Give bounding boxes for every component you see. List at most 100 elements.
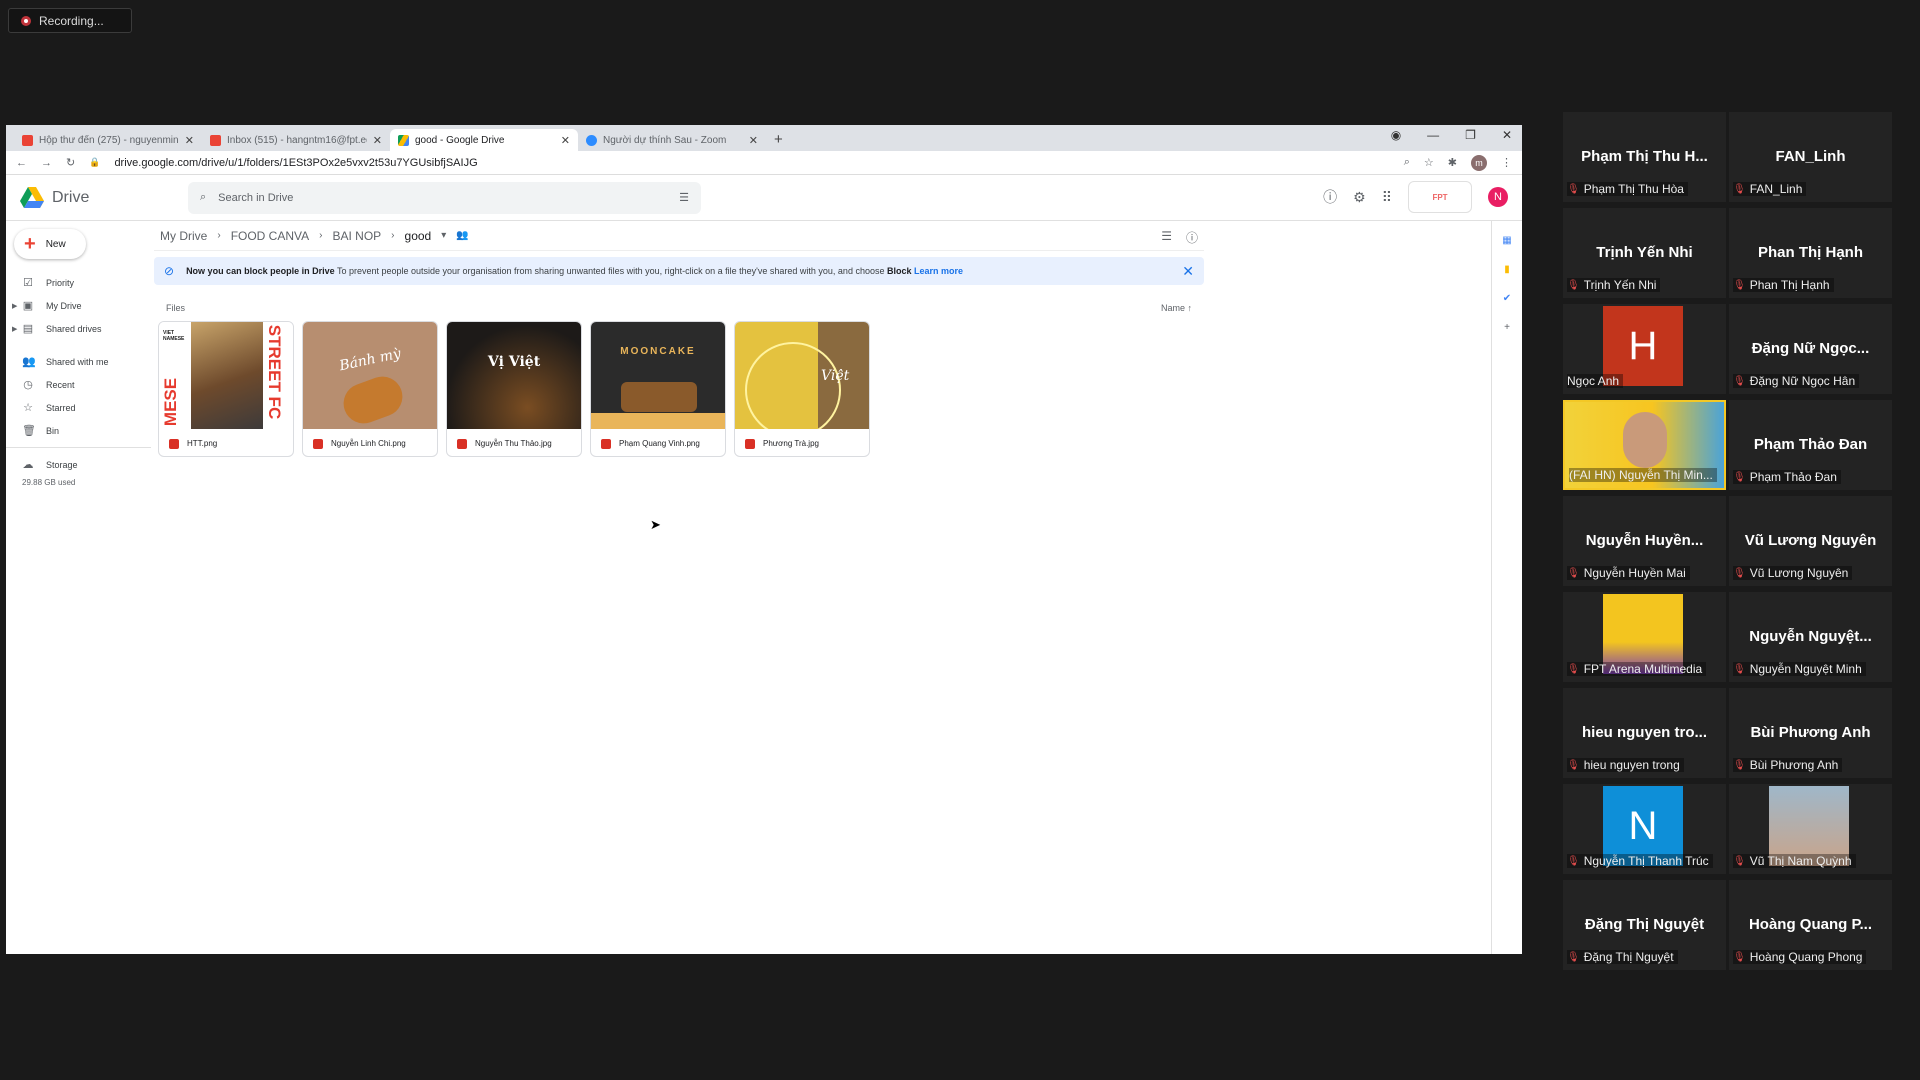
participant-display-name: Nguyễn Nguyệt... bbox=[1749, 628, 1872, 645]
profile-circle-icon[interactable]: ◉ bbox=[1391, 128, 1401, 142]
participant-tile[interactable]: Phạm Thảo Đan 🎙 Phạm Thảo Đan bbox=[1729, 400, 1892, 490]
participant-name: FPT Arena Multimedia bbox=[1583, 662, 1703, 676]
participant-tile[interactable]: H Ngọc Anh bbox=[1563, 304, 1726, 394]
file-card[interactable]: Bánh mỳ Nguyễn Linh Chi.png bbox=[302, 321, 438, 457]
expand-arrow-icon[interactable]: ▶ bbox=[12, 302, 17, 310]
list-view-icon[interactable]: ☰ bbox=[1161, 229, 1172, 246]
nav-recent[interactable]: ◷ Recent bbox=[6, 373, 151, 396]
nav-shared-with-me[interactable]: 👥 Shared with me bbox=[6, 350, 151, 373]
participant-tile[interactable]: Đặng Nữ Ngọc... 🎙 Đặng Nữ Ngọc Hân bbox=[1729, 304, 1892, 394]
search-placeholder: Search in Drive bbox=[218, 191, 294, 204]
participant-tile[interactable]: 🎙 Vũ Thị Nam Quỳnh bbox=[1729, 784, 1892, 874]
crumb-bai-nop[interactable]: BAI NOP bbox=[332, 229, 381, 243]
search-input[interactable]: ⌕ Search in Drive ☰ bbox=[188, 181, 701, 214]
participant-name: hieu nguyen trong bbox=[1583, 758, 1680, 772]
file-card[interactable]: Việt Phương Trà.jpg bbox=[734, 321, 870, 457]
profile-avatar[interactable]: m bbox=[1471, 154, 1487, 171]
mic-muted-icon: 🎙 bbox=[1733, 663, 1746, 675]
participant-tile[interactable]: Bùi Phương Anh 🎙 Bùi Phương Anh bbox=[1729, 688, 1892, 778]
thumb-text: VIET NAMESE bbox=[163, 330, 185, 342]
participant-display-name: Hoàng Quang P... bbox=[1748, 916, 1873, 933]
nav-label: Starred bbox=[46, 402, 76, 413]
apps-grid-icon[interactable]: ⠿ bbox=[1382, 189, 1392, 206]
menu-icon[interactable]: ⋮ bbox=[1501, 156, 1512, 169]
file-card[interactable]: VIET NAMESE STREET FC MESE HTT.png bbox=[158, 321, 294, 457]
tab-zoom[interactable]: Người dự thính Sau - Zoom ✕ bbox=[578, 129, 766, 151]
address-bar: ← → ↻ 🔒 drive.google.com/drive/u/1/folde… bbox=[6, 151, 1522, 175]
calendar-icon[interactable]: ▦ bbox=[1502, 235, 1511, 246]
sort-button[interactable]: Name ↑ bbox=[1161, 303, 1192, 313]
participant-name: Trịnh Yến Nhi bbox=[1583, 278, 1657, 292]
nav-shared-drives[interactable]: ▶ ▤ Shared drives bbox=[6, 317, 151, 340]
close-icon[interactable]: ✕ bbox=[1182, 263, 1194, 280]
learn-more-link[interactable]: Learn more bbox=[914, 266, 963, 276]
lock-icon: 🔒 bbox=[89, 157, 101, 167]
extensions-icon[interactable]: ✱ bbox=[1448, 156, 1457, 169]
shared-folder-icon[interactable]: 👥 bbox=[456, 230, 468, 241]
participant-tile-active-speaker[interactable]: (FAI HN) Nguyễn Thị Min... bbox=[1563, 400, 1726, 490]
tab-drive[interactable]: good - Google Drive ✕ bbox=[390, 129, 578, 151]
back-icon[interactable]: ← bbox=[16, 157, 27, 169]
thumb-text: STREET FC bbox=[264, 324, 284, 420]
zoom-icon bbox=[586, 134, 597, 146]
tasks-icon[interactable]: ✔ bbox=[1503, 293, 1511, 304]
participant-tile[interactable]: Phạm Thị Thu H... 🎙 Phạm Thị Thu Hòa bbox=[1563, 112, 1726, 202]
close-window-button[interactable]: ✕ bbox=[1502, 128, 1512, 142]
participant-tile[interactable]: Vũ Lương Nguyên 🎙 Vũ Lương Nguyên bbox=[1729, 496, 1892, 586]
new-tab-button[interactable]: + bbox=[766, 129, 791, 151]
nav-starred[interactable]: ☆ Starred bbox=[6, 396, 151, 419]
nav-priority[interactable]: ☑ Priority bbox=[6, 271, 151, 294]
expand-arrow-icon[interactable]: ▶ bbox=[12, 325, 17, 333]
participant-tile[interactable]: FAN_Linh 🎙 FAN_Linh bbox=[1729, 112, 1892, 202]
nav-label: Shared drives bbox=[46, 323, 102, 334]
block-people-banner: ⊘ Now you can block people in Drive To p… bbox=[154, 257, 1204, 285]
bookmark-star-icon[interactable]: ☆ bbox=[1424, 156, 1434, 169]
mic-muted-icon: 🎙 bbox=[1733, 567, 1746, 579]
star-icon: ☆ bbox=[23, 402, 33, 414]
organization-logo[interactable]: FPT bbox=[1408, 181, 1472, 213]
crumb-my-drive[interactable]: My Drive bbox=[160, 229, 207, 243]
add-addon-icon[interactable]: + bbox=[1504, 322, 1510, 333]
minimize-button[interactable]: — bbox=[1427, 128, 1439, 142]
keep-icon[interactable]: ▮ bbox=[1504, 264, 1510, 275]
nav-my-drive[interactable]: ▶ ▣ My Drive bbox=[6, 294, 151, 317]
tab-gmail-2[interactable]: Inbox (515) - hangntm16@fpt.edu ✕ bbox=[202, 129, 390, 151]
close-icon[interactable]: ✕ bbox=[185, 134, 194, 147]
close-icon[interactable]: ✕ bbox=[749, 134, 758, 147]
file-card[interactable]: MOONCAKE Phạm Quang Vinh.png bbox=[590, 321, 726, 457]
participant-tile[interactable]: Phan Thị Hạnh 🎙 Phan Thị Hạnh bbox=[1729, 208, 1892, 298]
new-label: New bbox=[45, 238, 66, 250]
image-file-icon bbox=[313, 438, 323, 449]
participant-tile[interactable]: Trịnh Yến Nhi 🎙 Trịnh Yến Nhi bbox=[1563, 208, 1726, 298]
info-icon[interactable]: ⓘ bbox=[1186, 229, 1198, 246]
forward-icon[interactable]: → bbox=[41, 157, 52, 169]
zoom-lens-icon[interactable]: ⌕ bbox=[1404, 156, 1410, 169]
participant-tile[interactable]: Nguyễn Huyền... 🎙 Nguyễn Huyền Mai bbox=[1563, 496, 1726, 586]
file-card[interactable]: Vị Việt Nguyễn Thu Thảo.jpg bbox=[446, 321, 582, 457]
search-options-icon[interactable]: ☰ bbox=[679, 191, 689, 204]
participant-tile[interactable]: Nguyễn Nguyệt... 🎙 Nguyễn Nguyệt Minh bbox=[1729, 592, 1892, 682]
participant-tile[interactable]: Đặng Thị Nguyệt 🎙 Đặng Thị Nguyệt bbox=[1563, 880, 1726, 970]
url-field[interactable]: drive.google.com/drive/u/1/folders/1ESt3… bbox=[114, 157, 1389, 169]
new-button[interactable]: + New bbox=[14, 229, 86, 259]
participant-tile[interactable]: hieu nguyen tro... 🎙 hieu nguyen trong bbox=[1563, 688, 1726, 778]
drive-logo[interactable]: Drive bbox=[6, 187, 188, 208]
participant-tile[interactable]: Hoàng Quang P... 🎙 Hoàng Quang Phong bbox=[1729, 880, 1892, 970]
chevron-down-icon[interactable]: ▾ bbox=[441, 230, 446, 241]
crumb-food-canva[interactable]: FOOD CANVA bbox=[231, 229, 309, 243]
drive-header: Drive ⌕ Search in Drive ☰ ⓘ ⚙ ⠿ FPT N bbox=[6, 175, 1522, 221]
tab-gmail-1[interactable]: Hộp thư đến (275) - nguyenminh ✕ bbox=[14, 129, 202, 151]
close-icon[interactable]: ✕ bbox=[373, 134, 382, 147]
nav-storage[interactable]: ☁ Storage bbox=[6, 453, 151, 476]
account-avatar[interactable]: N bbox=[1488, 187, 1508, 207]
reload-icon[interactable]: ↻ bbox=[66, 156, 75, 169]
participant-tile[interactable]: 🎙 FPT Arena Multimedia bbox=[1563, 592, 1726, 682]
help-icon[interactable]: ⓘ bbox=[1323, 187, 1337, 207]
participant-name: Ngọc Anh bbox=[1567, 374, 1620, 388]
crumb-current-folder[interactable]: good bbox=[405, 229, 432, 243]
nav-bin[interactable]: 🗑 Bin bbox=[6, 419, 151, 442]
participant-tile[interactable]: N 🎙 Nguyễn Thị Thanh Trúc bbox=[1563, 784, 1726, 874]
restore-button[interactable]: ❐ bbox=[1465, 128, 1476, 142]
settings-gear-icon[interactable]: ⚙ bbox=[1353, 189, 1366, 206]
close-icon[interactable]: ✕ bbox=[561, 134, 570, 147]
